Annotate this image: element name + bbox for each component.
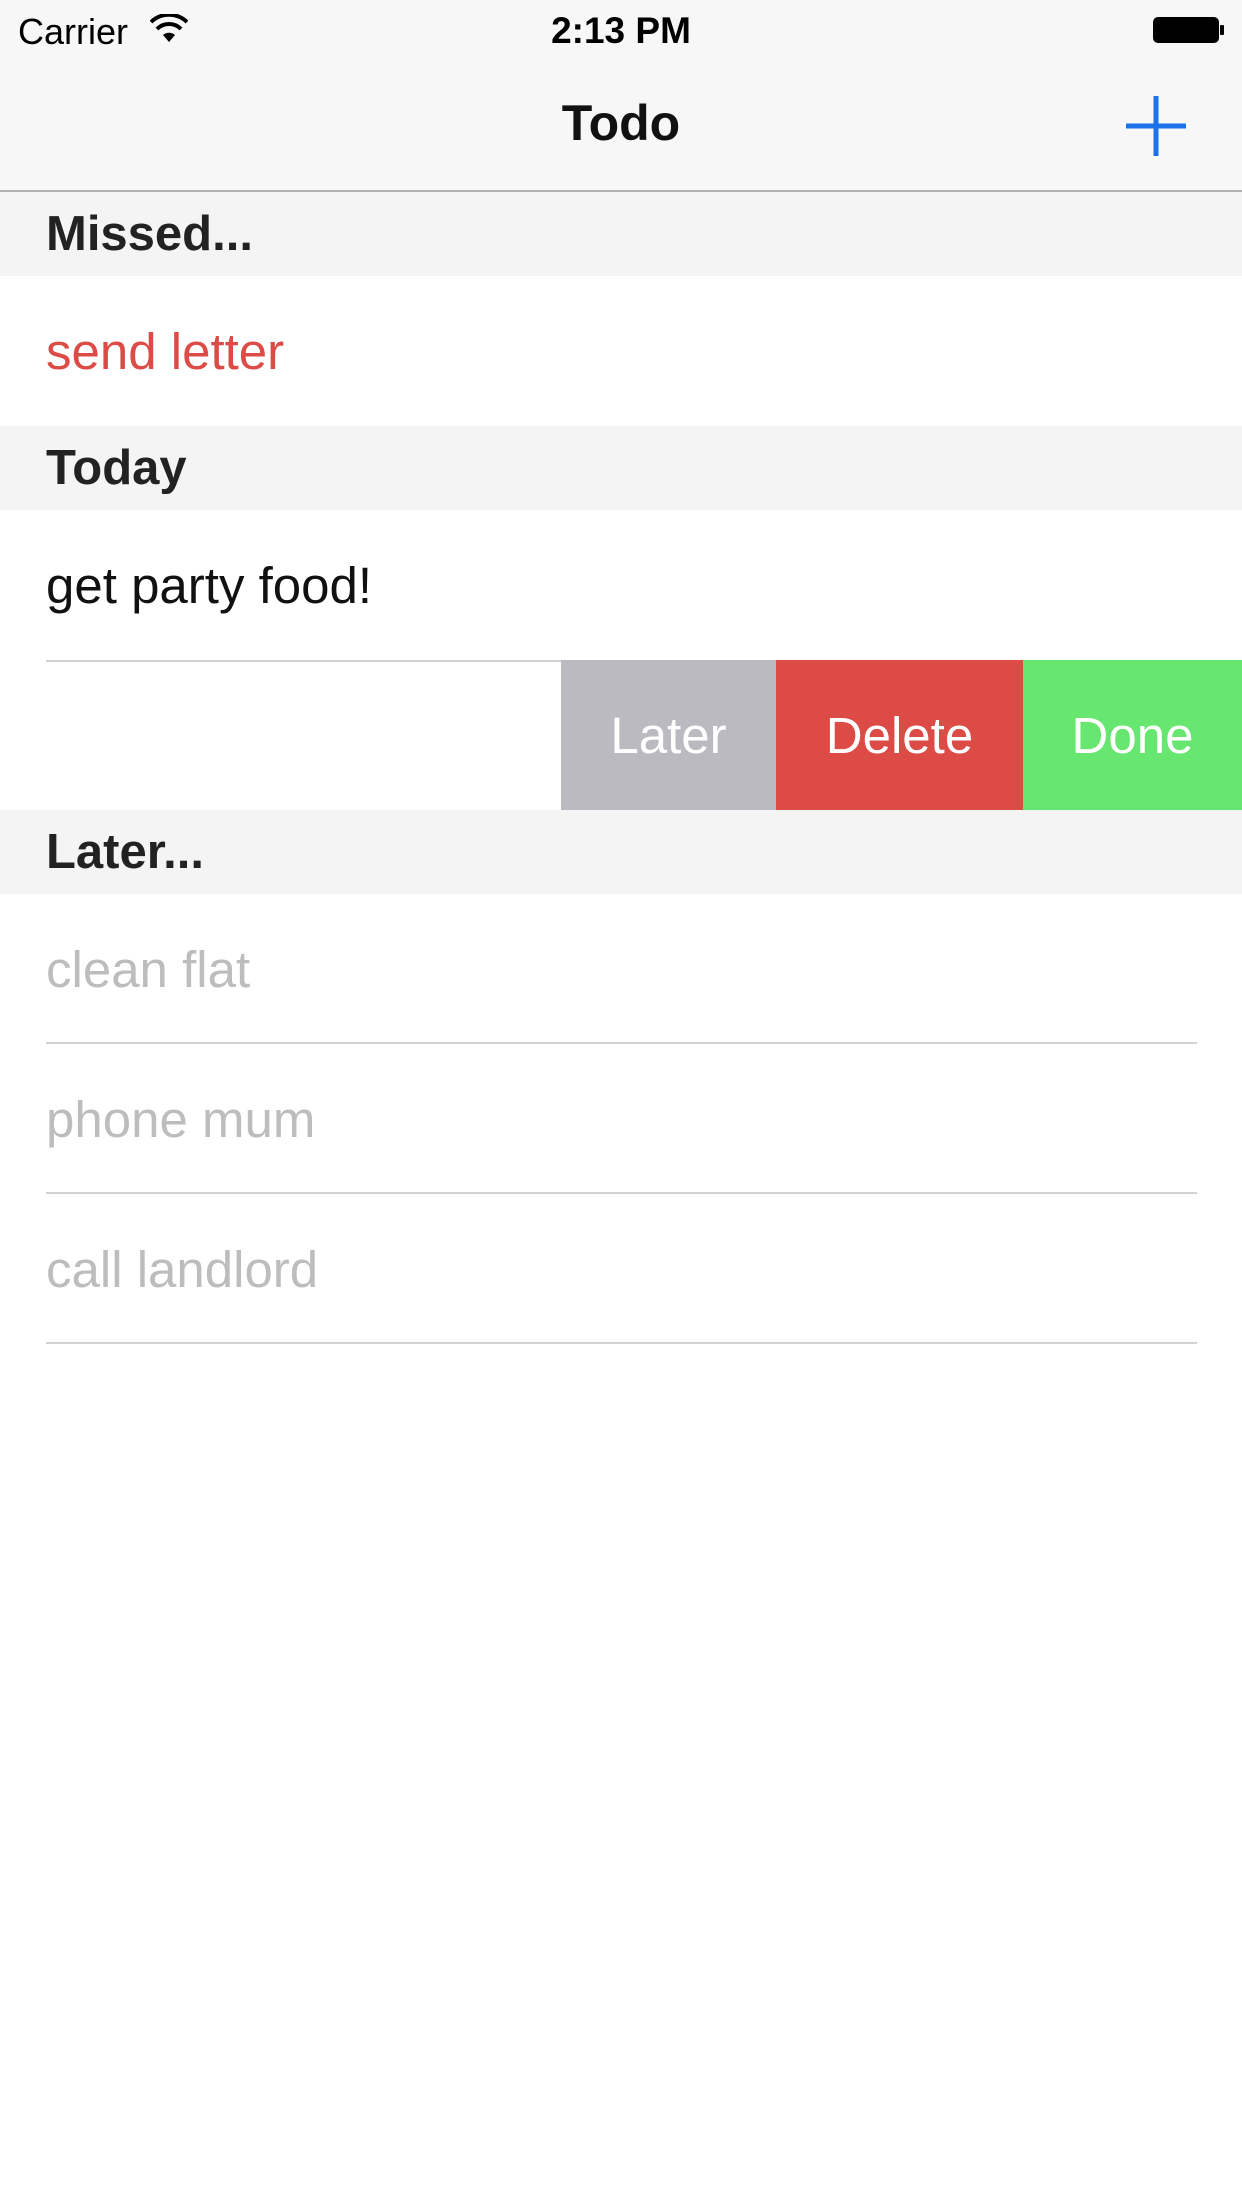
section-title-later: Later... [46,825,204,879]
list-item[interactable]: get party food! [0,510,1242,660]
page-title: Todo [561,95,681,151]
row-separator [46,1342,1197,1344]
todo-item-label: clean flat [46,941,251,998]
section-header-later: Later... [0,810,1242,894]
swipe-actions-row: Later Delete Done [0,660,1242,810]
later-button[interactable]: Later [561,660,776,810]
todo-item-label: phone mum [46,1091,316,1148]
plus-icon[interactable] [1122,92,1190,160]
status-bar: Carrier 2:13 PM [0,0,1242,62]
list-item[interactable]: call landlord [0,1194,1242,1344]
section-header-today: Today [0,426,1242,510]
todo-item-label: get party food! [46,557,373,614]
todo-item-label: call landlord [46,1241,319,1298]
section-title-today: Today [46,441,187,495]
done-button[interactable]: Done [1023,660,1242,810]
section-title-missed: Missed... [46,207,253,261]
navigation-bar: Todo [0,62,1242,192]
todo-item-label: send letter [46,323,285,380]
list-item[interactable]: phone mum [0,1044,1242,1194]
delete-button[interactable]: Delete [776,660,1023,810]
list-item[interactable]: send letter [0,276,1242,426]
battery-icon [1153,17,1224,43]
list-item[interactable]: clean flat [0,894,1242,1044]
status-time: 2:13 PM [551,10,691,51]
section-header-missed: Missed... [0,192,1242,276]
